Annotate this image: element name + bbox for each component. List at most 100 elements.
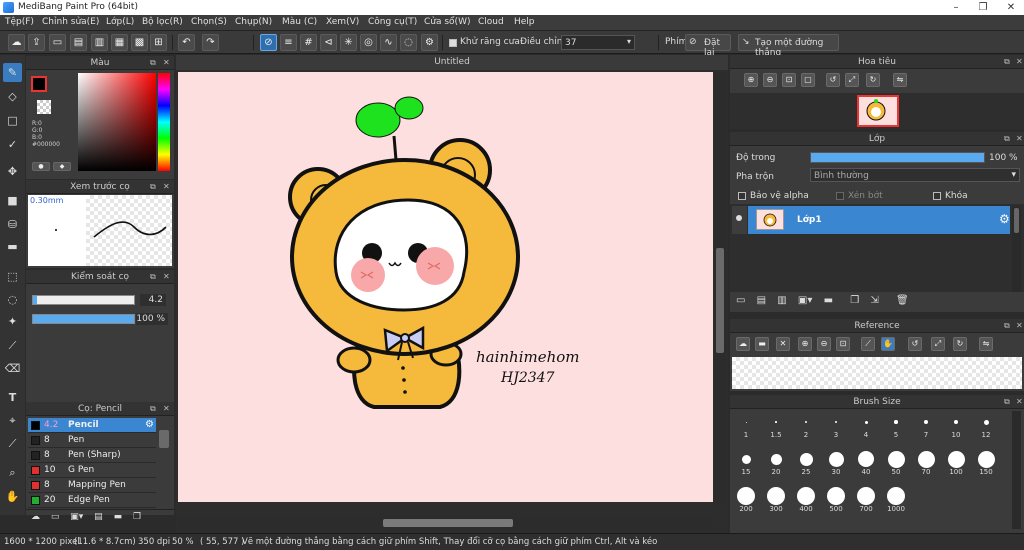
brush-size-option[interactable]: 25 [794,450,818,476]
layer-row[interactable]: Lớp1 ⚙ [748,206,1010,234]
lock-checkbox[interactable] [933,192,941,200]
brush-size-option[interactable]: 500 [824,487,848,513]
add-brush-icon[interactable]: ▣▾ [70,512,83,522]
rotate-right-icon[interactable]: ↻ [953,337,967,351]
cloud-ref-icon[interactable]: ☁ [736,337,750,351]
brush-settings-icon[interactable]: ▤ [94,512,103,522]
hand-icon[interactable]: ✋ [881,337,895,351]
comment-icon[interactable]: ▭ [49,34,66,51]
close-panel-icon[interactable]: ✕ [1016,321,1023,330]
swap-color-button[interactable]: ● [32,162,50,171]
new-layer-icon[interactable]: ▭ [736,295,745,306]
menu-capture[interactable]: Chụp(N) [235,17,272,27]
brush-item[interactable]: 10 G Pen [28,463,156,478]
add-layer-menu-icon[interactable]: ▣▾ [798,295,812,306]
drawing-canvas[interactable]: hainhimehom HJ2347 [178,72,713,502]
curve-snap-icon[interactable]: ∿ [380,34,397,51]
vertical-scroll-thumb[interactable] [716,248,724,353]
horizontal-scrollbar[interactable] [178,517,713,529]
blend-mode-dropdown[interactable]: Bình thường ▾ [810,168,1020,182]
vertical-scrollbar[interactable] [714,73,726,503]
menu-cloud[interactable]: Cloud [478,17,504,27]
grid-icon[interactable]: ▩ [131,34,148,51]
menu-color[interactable]: Màu (C) [282,17,317,27]
dot-tool-icon[interactable]: □ [3,111,22,130]
new-doc-icon[interactable]: ▤ [70,34,87,51]
brush-size-option[interactable]: 70 [914,450,938,476]
reference-canvas[interactable] [732,357,1022,389]
brush-size-option[interactable]: 2 [794,413,818,439]
horizontal-scroll-thumb[interactable] [383,519,513,527]
layer-opacity-slider[interactable] [810,152,985,163]
doc-icon[interactable]: ▥ [91,34,108,51]
delete-layer-icon[interactable]: 🗑 [896,295,909,306]
close-panel-icon[interactable]: ✕ [163,58,170,67]
brush-size-option[interactable]: 15 [734,450,758,476]
bucket-tool-icon[interactable]: ⛁ [3,215,22,234]
restore-icon[interactable]: ❐ [975,1,991,14]
share-icon[interactable]: ⇪ [28,34,45,51]
close-panel-icon[interactable]: ✕ [1016,397,1023,406]
rotate-right-icon[interactable]: ↻ [866,73,880,87]
adjust-dropdown[interactable]: 37 ▾ [561,35,635,50]
foreground-color-swatch[interactable] [31,76,47,92]
snap-off-icon[interactable]: ⊘ [260,34,277,51]
undock-icon[interactable]: ⧉ [150,404,156,414]
brush-size-option[interactable]: 12 [974,413,998,439]
undock-icon[interactable]: ⧉ [1004,397,1010,407]
duplicate-brush-icon[interactable]: ❐ [133,512,141,522]
hue-slider[interactable] [158,73,170,171]
brush-item[interactable]: 4.2 Pencil ⚙ [28,418,156,433]
fit-icon[interactable]: ⊡ [782,73,796,87]
brush-size-option[interactable]: 4 [854,413,878,439]
eyedropper2-icon[interactable]: ⌕ [3,463,22,482]
circle-snap-icon[interactable]: ◎ [360,34,377,51]
ellipse-snap-icon[interactable]: ◌ [400,34,417,51]
reset-button[interactable]: ⊘ Đặt lại [685,34,731,58]
select-tool-icon[interactable]: ⬚ [3,267,22,286]
brush-item[interactable]: 8 Pen (Sharp) [28,448,156,463]
menu-filter[interactable]: Bộ lọc(R) [142,17,183,27]
radial-snap-icon[interactable]: ✳ [340,34,357,51]
brush-size-option[interactable]: 200 [734,487,758,513]
fit-icon[interactable]: ⊡ [836,337,850,351]
redo-icon[interactable]: ↷ [202,34,219,51]
flip-icon[interactable]: ⇋ [979,337,993,351]
rect-fill-icon[interactable]: ■ [3,191,22,210]
brush-size-option[interactable]: 10 [944,413,968,439]
brush-size-option[interactable]: 1.5 [764,413,788,439]
cross-snap-icon[interactable]: # [300,34,317,51]
close-icon[interactable]: ✕ [1003,1,1019,14]
undock-icon[interactable]: ⧉ [1004,134,1010,144]
cloud-brush-icon[interactable]: ☁ [31,512,40,522]
fit-window-icon[interactable]: ⤢ [845,73,859,87]
layer-folder-icon[interactable]: ▬ [824,295,833,306]
layer-settings-icon[interactable]: ⚙ [999,212,1010,226]
vanish-snap-icon[interactable]: ⊲ [320,34,337,51]
layer-opacity-value[interactable]: 100 % [989,153,1018,163]
undock-icon[interactable]: ⧉ [150,272,156,282]
menu-file[interactable]: Tệp(F) [5,17,34,27]
rotate-left-icon[interactable]: ↺ [908,337,922,351]
duplicate-layer-icon[interactable]: ❐ [850,295,859,306]
gradient-tool-icon[interactable]: ▬ [3,237,22,256]
brush-size-option[interactable]: 100 [944,450,968,476]
new-halftone-layer-icon[interactable]: ▤ [757,295,766,306]
add-color-button[interactable]: ◆ [53,162,71,171]
eraser-tool-icon[interactable]: ◇ [3,87,22,106]
panel-icon[interactable]: ▦ [111,34,128,51]
antialias-checkbox[interactable] [449,39,457,47]
close-panel-icon[interactable]: ✕ [163,272,170,281]
straight-line-button[interactable]: ↘ Tạo một đường thẳng [738,34,839,58]
layer-visibility-icon[interactable] [732,206,747,234]
menu-select[interactable]: Chọn(S) [191,17,227,27]
brush-size-option[interactable]: 30 [824,450,848,476]
lasso-tool-icon[interactable]: ◌ [3,290,22,309]
magic-wand-icon[interactable]: ✦ [3,312,22,331]
brush-size-option[interactable]: 1000 [884,487,908,513]
expand-icon[interactable]: ⊞ [150,34,167,51]
brush-item[interactable]: 8 Mapping Pen [28,478,156,493]
brush-size-option[interactable]: 50 [884,450,908,476]
flip-icon[interactable]: ⇋ [893,73,907,87]
rotate-left-icon[interactable]: ↺ [826,73,840,87]
